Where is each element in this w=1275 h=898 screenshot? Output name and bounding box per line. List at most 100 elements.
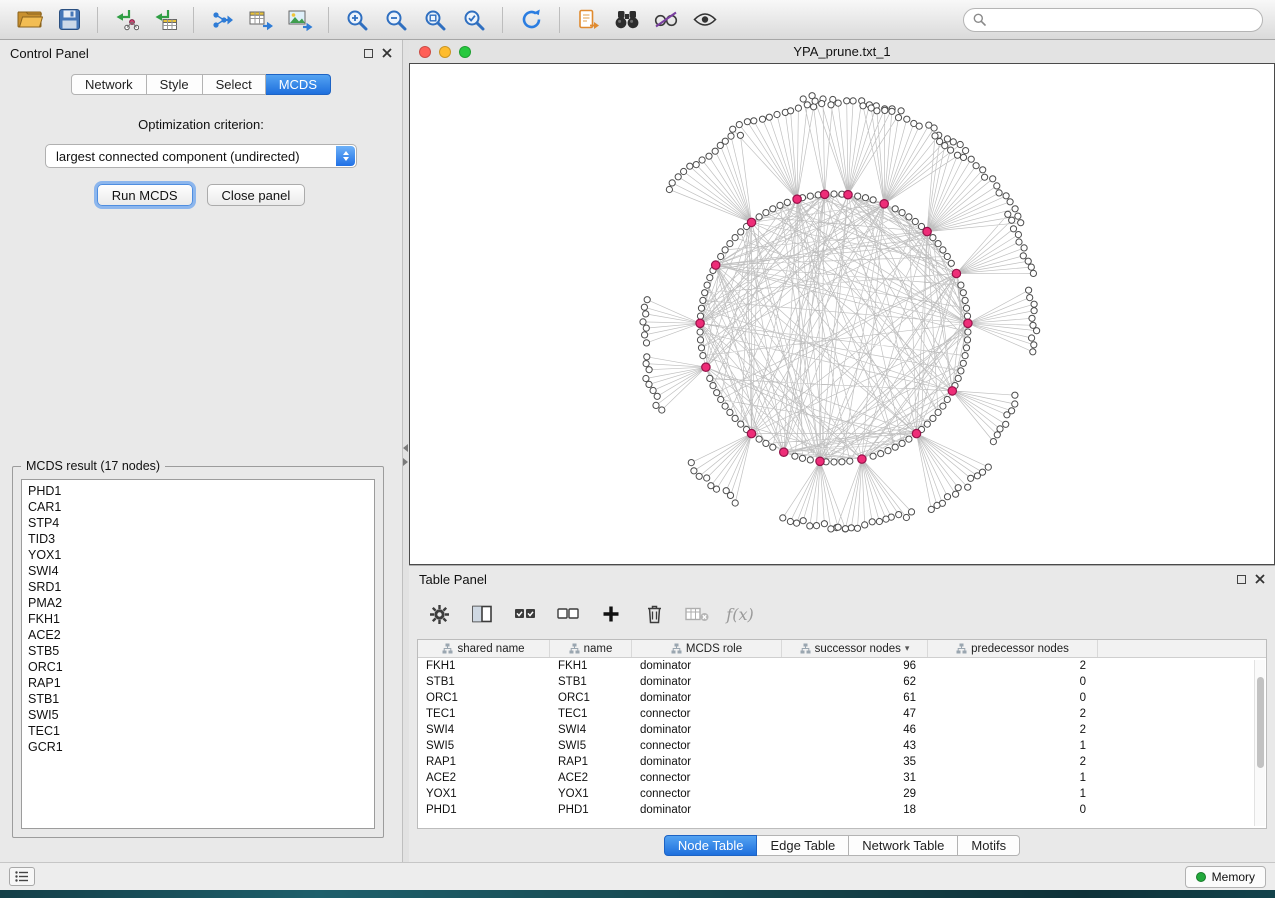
cell-name[interactable]: FKH1 — [550, 660, 632, 672]
cell-successor-nodes[interactable]: 43 — [782, 740, 928, 752]
cell-predecessor-nodes[interactable]: 1 — [928, 740, 1098, 752]
column-header-name[interactable]: name — [550, 640, 632, 657]
collapse-left-icon[interactable] — [403, 444, 408, 452]
cell-shared-name[interactable]: SWI5 — [418, 740, 550, 752]
table-row[interactable]: RAP1RAP1dominator352 — [418, 754, 1266, 770]
cell-MCDS-role[interactable]: connector — [632, 740, 782, 752]
column-header-shared-name[interactable]: shared name — [418, 640, 550, 657]
cell-MCDS-role[interactable]: dominator — [632, 804, 782, 816]
tab-network[interactable]: Network — [71, 74, 147, 95]
collapse-right-icon[interactable] — [403, 458, 408, 466]
cell-name[interactable]: SWI4 — [550, 724, 632, 736]
mcds-result-item[interactable]: ORC1 — [28, 659, 368, 675]
mcds-result-item[interactable]: SWI4 — [28, 563, 368, 579]
cell-shared-name[interactable]: TEC1 — [418, 708, 550, 720]
zoom-out-button[interactable] — [378, 5, 414, 35]
cell-predecessor-nodes[interactable]: 0 — [928, 692, 1098, 704]
cell-shared-name[interactable]: RAP1 — [418, 756, 550, 768]
mcds-result-item[interactable]: TID3 — [28, 531, 368, 547]
mcds-result-item[interactable]: YOX1 — [28, 547, 368, 563]
cell-predecessor-nodes[interactable]: 2 — [928, 660, 1098, 672]
column-header-successor-nodes[interactable]: successor nodes▾ — [782, 640, 928, 657]
close-panel-button[interactable]: Close panel — [207, 184, 306, 206]
add-column-button[interactable] — [599, 602, 623, 626]
cell-name[interactable]: ORC1 — [550, 692, 632, 704]
mcds-result-list[interactable]: PHD1CAR1STP4TID3YOX1SWI4SRD1PMA2FKH1ACE2… — [21, 479, 375, 829]
mcds-result-item[interactable]: TEC1 — [28, 723, 368, 739]
cell-predecessor-nodes[interactable]: 2 — [928, 756, 1098, 768]
mcds-result-item[interactable]: SWI5 — [28, 707, 368, 723]
table-row[interactable]: YOX1YOX1connector291 — [418, 786, 1266, 802]
cell-shared-name[interactable]: ACE2 — [418, 772, 550, 784]
cell-predecessor-nodes[interactable]: 2 — [928, 724, 1098, 736]
cell-shared-name[interactable]: SWI4 — [418, 724, 550, 736]
cell-predecessor-nodes[interactable]: 1 — [928, 788, 1098, 800]
minimize-window-button[interactable] — [439, 46, 451, 58]
mcds-result-item[interactable]: ACE2 — [28, 627, 368, 643]
memory-button[interactable]: Memory — [1185, 866, 1266, 888]
cell-successor-nodes[interactable]: 47 — [782, 708, 928, 720]
cell-successor-nodes[interactable]: 61 — [782, 692, 928, 704]
cell-MCDS-role[interactable]: dominator — [632, 692, 782, 704]
cell-shared-name[interactable]: FKH1 — [418, 660, 550, 672]
close-window-button[interactable] — [419, 46, 431, 58]
mcds-result-item[interactable]: CAR1 — [28, 499, 368, 515]
cell-successor-nodes[interactable]: 31 — [782, 772, 928, 784]
export-table-button[interactable] — [243, 5, 279, 35]
mcds-result-item[interactable]: FKH1 — [28, 611, 368, 627]
search-input[interactable] — [992, 13, 1253, 27]
cell-name[interactable]: ACE2 — [550, 772, 632, 784]
cell-successor-nodes[interactable]: 29 — [782, 788, 928, 800]
float-panel-icon[interactable] — [364, 49, 373, 58]
table-tab-edge-table[interactable]: Edge Table — [757, 835, 849, 856]
cell-name[interactable]: STB1 — [550, 676, 632, 688]
toggle-graphics-details-button[interactable] — [648, 5, 684, 35]
table-row[interactable]: ORC1ORC1dominator610 — [418, 690, 1266, 706]
search-network-button[interactable] — [609, 5, 645, 35]
dropdown-stepper-icon[interactable] — [336, 146, 355, 166]
table-settings-button[interactable] — [427, 602, 451, 626]
open-session-button[interactable] — [12, 5, 48, 35]
mcds-result-item[interactable]: GCR1 — [28, 739, 368, 755]
tab-mcds[interactable]: MCDS — [266, 74, 331, 95]
delete-table-button[interactable] — [685, 602, 709, 626]
mcds-result-item[interactable]: RAP1 — [28, 675, 368, 691]
cell-name[interactable]: PHD1 — [550, 804, 632, 816]
cell-shared-name[interactable]: ORC1 — [418, 692, 550, 704]
toggle-visibility-button[interactable] — [687, 5, 723, 35]
cell-shared-name[interactable]: STB1 — [418, 676, 550, 688]
scrollbar-thumb[interactable] — [1257, 677, 1264, 768]
status-menu-button[interactable] — [9, 867, 35, 886]
cell-MCDS-role[interactable]: connector — [632, 708, 782, 720]
cell-MCDS-role[interactable]: dominator — [632, 724, 782, 736]
table-row[interactable]: SWI5SWI5connector431 — [418, 738, 1266, 754]
zoom-in-button[interactable] — [339, 5, 375, 35]
clone-network-button[interactable] — [570, 5, 606, 35]
save-session-button[interactable] — [51, 5, 87, 35]
column-header-predecessor-nodes[interactable]: predecessor nodes — [928, 640, 1098, 657]
mcds-result-item[interactable]: STP4 — [28, 515, 368, 531]
mcds-result-item[interactable]: SRD1 — [28, 579, 368, 595]
cell-MCDS-role[interactable]: dominator — [632, 676, 782, 688]
optimization-criterion-dropdown[interactable]: largest connected component (undirected) — [45, 144, 357, 168]
table-row[interactable]: TEC1TEC1connector472 — [418, 706, 1266, 722]
function-builder-button[interactable]: f(x) — [728, 602, 752, 626]
show-column-button[interactable] — [470, 602, 494, 626]
cell-name[interactable]: SWI5 — [550, 740, 632, 752]
import-table-button[interactable] — [147, 5, 183, 35]
cell-predecessor-nodes[interactable]: 2 — [928, 708, 1098, 720]
mcds-result-item[interactable]: STB1 — [28, 691, 368, 707]
zoom-selected-button[interactable] — [456, 5, 492, 35]
table-scrollbar[interactable] — [1254, 660, 1265, 826]
table-row[interactable]: STB1STB1dominator620 — [418, 674, 1266, 690]
deselect-all-button[interactable] — [556, 602, 580, 626]
network-search-box[interactable] — [963, 8, 1263, 32]
cell-predecessor-nodes[interactable]: 0 — [928, 804, 1098, 816]
close-panel-icon[interactable] — [1255, 574, 1265, 584]
cell-MCDS-role[interactable]: dominator — [632, 756, 782, 768]
column-header-MCDS-role[interactable]: MCDS role — [632, 640, 782, 657]
network-graph[interactable] — [410, 64, 1274, 564]
table-tab-motifs[interactable]: Motifs — [958, 835, 1020, 856]
table-tab-network-table[interactable]: Network Table — [849, 835, 958, 856]
select-all-button[interactable] — [513, 602, 537, 626]
